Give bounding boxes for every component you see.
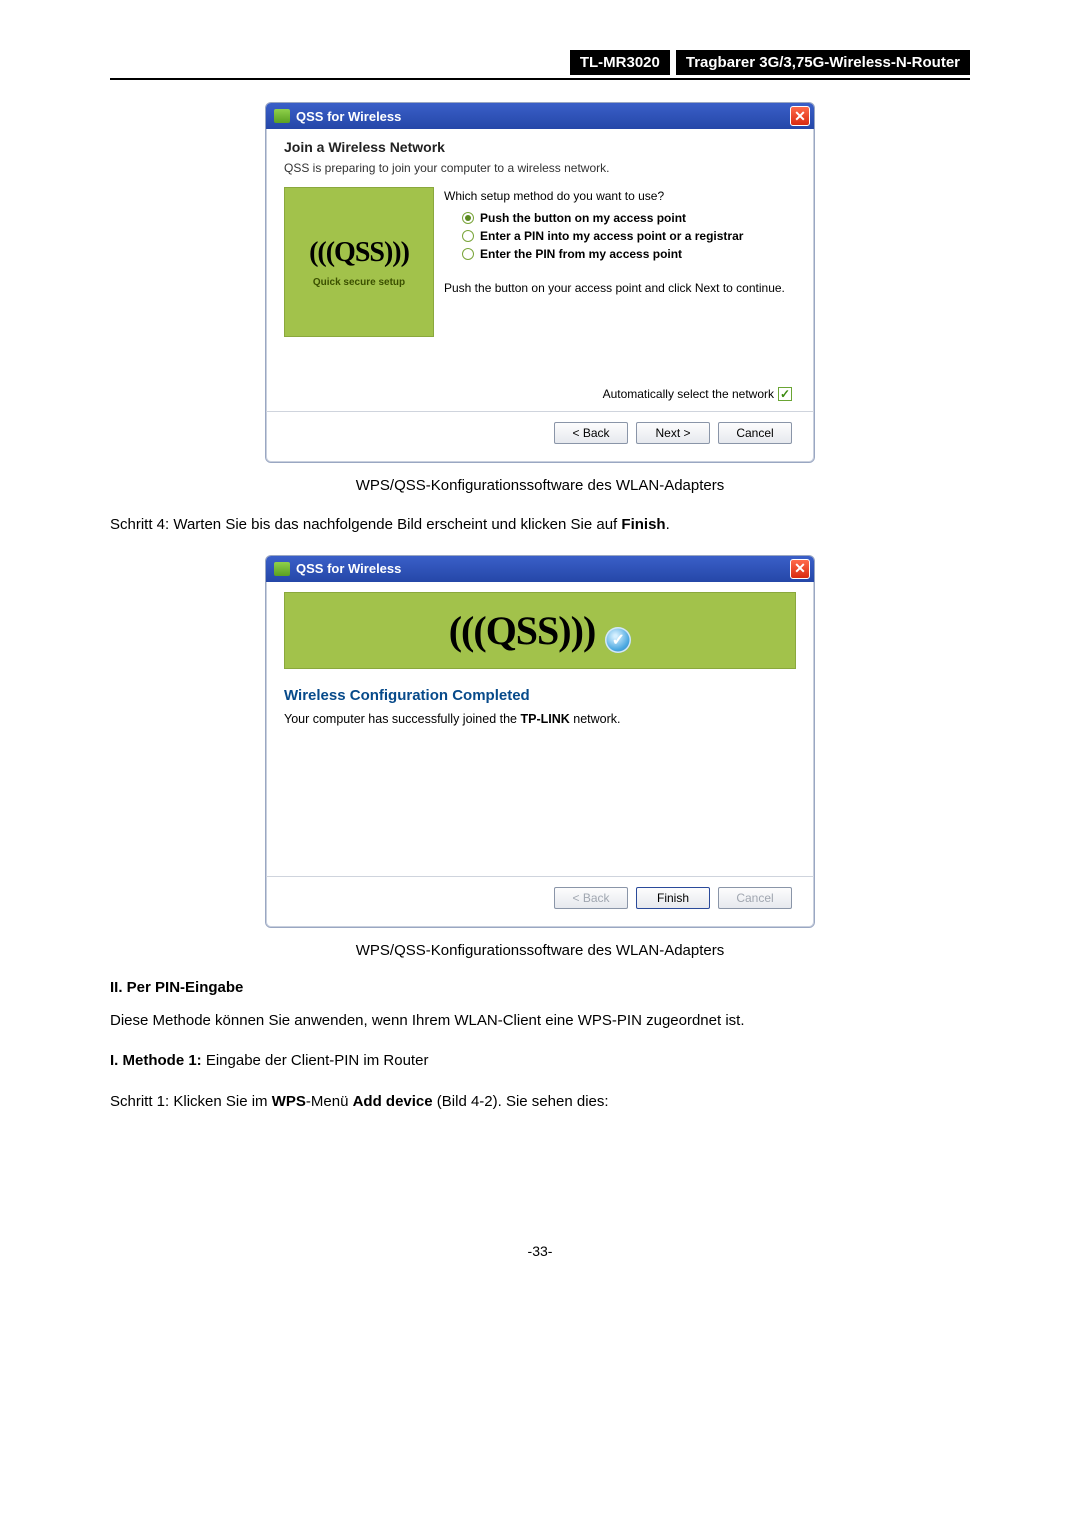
qss-logo-caption: Quick secure setup xyxy=(313,277,405,288)
dialog-title: QSS for Wireless xyxy=(296,109,401,124)
setup-question: Which setup method do you want to use? xyxy=(444,189,796,203)
success-text: Your computer has successfully joined th… xyxy=(284,712,796,726)
finish-button[interactable]: Finish xyxy=(636,887,710,909)
dialog-title: QSS for Wireless xyxy=(296,561,401,576)
step-1-text: Schritt 1: Klicken Sie im WPS-Menü Add d… xyxy=(110,1091,970,1114)
qss-logo: (((QSS))) xyxy=(309,237,409,269)
header-rule xyxy=(110,78,970,80)
qss-logo: (((QSS))) xyxy=(449,607,596,654)
section-2-heading: II. Per PIN-Eingabe xyxy=(110,979,970,996)
app-icon xyxy=(274,109,290,123)
figure-caption-2: WPS/QSS-Konfigurationssoftware des WLAN-… xyxy=(110,942,970,959)
qss-dialog-2: QSS for Wireless ✕ (((QSS))) ✓ Wireless … xyxy=(265,555,815,928)
dialog-subheading: QSS is preparing to join your computer t… xyxy=(284,161,796,175)
dialog-heading: Join a Wireless Network xyxy=(284,139,796,155)
setup-hint: Push the button on your access point and… xyxy=(444,281,796,295)
divider xyxy=(266,876,814,877)
dialog-titlebar: QSS for Wireless ✕ xyxy=(266,556,814,582)
success-banner: (((QSS))) ✓ xyxy=(284,592,796,669)
dialog-titlebar: QSS for Wireless ✕ xyxy=(266,103,814,129)
success-heading: Wireless Configuration Completed xyxy=(284,687,796,704)
step-4-text: Schritt 4: Warten Sie bis das nachfolgen… xyxy=(110,514,970,537)
close-icon[interactable]: ✕ xyxy=(790,106,810,126)
divider xyxy=(266,411,814,412)
back-button: < Back xyxy=(554,887,628,909)
cancel-button[interactable]: Cancel xyxy=(718,422,792,444)
radio-selected-icon xyxy=(462,212,474,224)
close-icon[interactable]: ✕ xyxy=(790,559,810,579)
back-button[interactable]: < Back xyxy=(554,422,628,444)
figure-caption-1: WPS/QSS-Konfigurationssoftware des WLAN-… xyxy=(110,477,970,494)
pin-paragraph: Diese Methode können Sie anwenden, wenn … xyxy=(110,1010,970,1033)
model-box: TL-MR3020 xyxy=(570,50,670,75)
cancel-button: Cancel xyxy=(718,887,792,909)
qss-dialog-1: QSS for Wireless ✕ Join a Wireless Netwo… xyxy=(265,102,815,463)
qss-brand-panel: (((QSS))) Quick secure setup xyxy=(284,187,434,337)
option-enter-pin-ap[interactable]: Enter a PIN into my access point or a re… xyxy=(462,229,796,243)
page-number: -33- xyxy=(110,1243,970,1259)
next-button[interactable]: Next > xyxy=(636,422,710,444)
doc-header: TL-MR3020 Tragbarer 3G/3,75G-Wireless-N-… xyxy=(110,50,970,75)
option-enter-pin-from-ap[interactable]: Enter the PIN from my access point xyxy=(462,247,796,261)
checkmark-badge-icon: ✓ xyxy=(605,627,631,653)
method-1-line: I. Methode 1: Eingabe der Client-PIN im … xyxy=(110,1050,970,1073)
name-box: Tragbarer 3G/3,75G-Wireless-N-Router xyxy=(676,50,970,75)
radio-empty-icon xyxy=(462,230,474,242)
auto-select-label: Automatically select the network xyxy=(603,387,774,401)
app-icon xyxy=(274,562,290,576)
option-push-button[interactable]: Push the button on my access point xyxy=(462,211,796,225)
radio-empty-icon xyxy=(462,248,474,260)
auto-select-row[interactable]: Automatically select the network ✓ xyxy=(284,387,792,401)
checkbox-checked-icon[interactable]: ✓ xyxy=(778,387,792,401)
